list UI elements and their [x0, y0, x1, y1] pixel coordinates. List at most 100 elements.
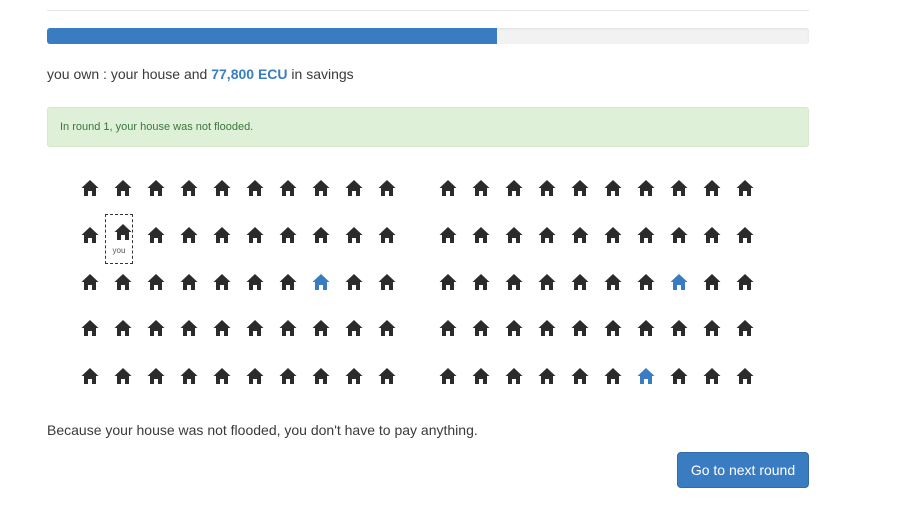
progress-fill — [47, 28, 497, 44]
house-icon — [736, 179, 754, 197]
house-icon — [637, 179, 655, 197]
house-icon — [345, 367, 363, 385]
house-icon — [345, 319, 363, 337]
round-alert: In round 1, your house was not flooded. — [47, 107, 809, 147]
house-icon — [147, 226, 165, 244]
house-icon — [637, 273, 655, 291]
house-icon — [279, 319, 297, 337]
next-round-button[interactable]: Go to next round — [677, 452, 809, 488]
you-label: you — [112, 246, 126, 255]
house-icon — [180, 179, 198, 197]
house-icon — [538, 319, 556, 337]
flooded-house-icon — [312, 273, 330, 291]
house-icon — [147, 273, 165, 291]
house-icon — [180, 273, 198, 291]
house-icon — [279, 367, 297, 385]
house-icon — [147, 319, 165, 337]
house-icon — [147, 179, 165, 197]
house-icon — [472, 319, 490, 337]
house-icon — [538, 179, 556, 197]
flooded-house-icon — [637, 367, 655, 385]
house-icon — [213, 273, 231, 291]
house-icon — [571, 273, 589, 291]
house-icon — [505, 273, 523, 291]
house-icon — [670, 179, 688, 197]
house-icon — [736, 319, 754, 337]
house-icon — [345, 179, 363, 197]
house-icon — [505, 226, 523, 244]
house-icon — [736, 273, 754, 291]
house-icon — [312, 179, 330, 197]
house-icon — [213, 319, 231, 337]
house-icon — [246, 273, 264, 291]
house-icon — [81, 226, 99, 244]
house-icon — [670, 319, 688, 337]
house-icon — [439, 273, 457, 291]
house-icon — [736, 226, 754, 244]
house-icon — [378, 226, 396, 244]
house-icon — [538, 226, 556, 244]
house-icon — [246, 367, 264, 385]
house-icon — [114, 273, 132, 291]
house-icon — [637, 226, 655, 244]
flooded-house-icon — [670, 273, 688, 291]
house-icon — [213, 179, 231, 197]
house-icon — [378, 319, 396, 337]
house-icon — [439, 179, 457, 197]
house-icon — [538, 367, 556, 385]
house-icon — [637, 319, 655, 337]
house-icon — [312, 226, 330, 244]
house-icon — [703, 367, 721, 385]
house-icon — [81, 319, 99, 337]
house-icon — [246, 179, 264, 197]
house-icon — [180, 319, 198, 337]
house-icon — [472, 226, 490, 244]
house-icon — [180, 226, 198, 244]
house-icon — [213, 226, 231, 244]
house-icon — [114, 319, 132, 337]
house-icon — [604, 179, 622, 197]
ownership-prefix: you own : your house and — [47, 66, 212, 82]
top-divider — [47, 10, 809, 11]
house-icon — [213, 367, 231, 385]
house-icon — [472, 273, 490, 291]
house-icon — [345, 226, 363, 244]
house-icon — [571, 226, 589, 244]
house-icon — [81, 273, 99, 291]
house-icon — [703, 273, 721, 291]
house-icon — [114, 179, 132, 197]
house-icon — [345, 273, 363, 291]
house-icon — [439, 226, 457, 244]
house-icon — [571, 319, 589, 337]
savings-amount: 77,800 ECU — [211, 66, 288, 82]
house-icon — [604, 226, 622, 244]
house-icon — [378, 367, 396, 385]
ownership-text: you own : your house and 77,800 ECU in s… — [47, 65, 354, 83]
house-icon — [81, 179, 99, 197]
house-icon — [246, 319, 264, 337]
house-icon — [378, 273, 396, 291]
house-icon — [604, 367, 622, 385]
house-icon — [670, 367, 688, 385]
house-icon — [571, 179, 589, 197]
house-icon — [114, 367, 132, 385]
house-icon — [703, 226, 721, 244]
ownership-suffix: in savings — [287, 66, 354, 82]
house-icon — [505, 319, 523, 337]
you-marker — [105, 214, 133, 264]
house-icon — [538, 273, 556, 291]
house-icon — [472, 367, 490, 385]
alert-message: In round 1, your house was not flooded. — [60, 121, 254, 133]
result-message: Because your house was not flooded, you … — [47, 422, 478, 438]
house-icon — [180, 367, 198, 385]
house-icon — [439, 319, 457, 337]
house-icon — [279, 179, 297, 197]
house-icon — [472, 179, 490, 197]
house-icon — [736, 367, 754, 385]
house-icon — [246, 226, 264, 244]
house-icon — [279, 273, 297, 291]
house-icon — [147, 367, 165, 385]
house-icon — [505, 367, 523, 385]
house-icon — [703, 319, 721, 337]
house-icon — [571, 367, 589, 385]
